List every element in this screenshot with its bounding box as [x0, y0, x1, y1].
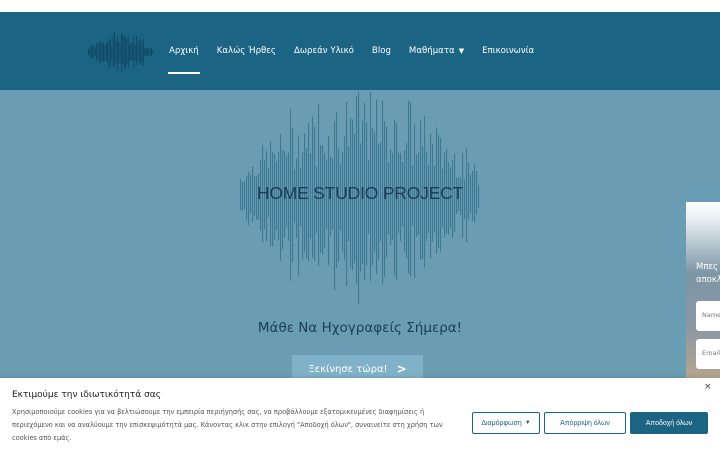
cta-label: Ξεκίνησε τώρα! — [308, 363, 388, 375]
site-header: Αρχική Καλώς Ήρθες Δωρεάν Υλικό Blog Μαθ… — [0, 12, 720, 90]
cookie-banner: Εκτιμούμε την ιδιωτικότητά σας Χρησιμοπο… — [0, 378, 720, 450]
nav-label: Αρχική — [169, 46, 199, 56]
email-field[interactable]: Email — [696, 339, 720, 369]
reject-label: Απόρριψη όλων — [560, 419, 610, 427]
email-placeholder: Email — [702, 349, 720, 357]
nav-item-welcome[interactable]: Καλώς Ήρθες — [216, 12, 277, 90]
reject-all-button[interactable]: Απόρριψη όλων — [544, 412, 626, 434]
top-strip — [0, 0, 720, 12]
hero-title: HOME STUDIO PROJECT — [256, 183, 464, 203]
newsletter-widget: Μπες αποκλ Name Email — [686, 202, 720, 380]
nav-label: Μαθήματα — [408, 46, 455, 56]
cookie-title: Εκτιμούμε την ιδιωτικότητά σας — [12, 390, 162, 400]
cookie-text: Χρησιμοποιούμε cookies για να βελτιώσουμ… — [12, 408, 443, 442]
nav-label: Blog — [371, 46, 391, 56]
name-placeholder: Name — [702, 311, 720, 319]
nav-item-free-material[interactable]: Δωρεάν Υλικό — [293, 12, 355, 90]
chevron-down-icon: ▼ — [524, 420, 531, 426]
widget-heading-line1: Μπες — [696, 262, 719, 272]
nav-item-courses[interactable]: Μαθήματα ▼ — [408, 12, 465, 90]
customize-button[interactable]: Διαμόρφωση ▼ — [472, 412, 540, 434]
nav-label: Καλώς Ήρθες — [216, 46, 276, 56]
site-logo[interactable] — [88, 31, 154, 72]
nav-item-home[interactable]: Αρχική — [168, 12, 200, 90]
main-nav: Αρχική Καλώς Ήρθες Δωρεάν Υλικό Blog Μαθ… — [160, 12, 543, 90]
name-field[interactable]: Name — [696, 301, 720, 331]
nav-label: Επικοινωνία — [482, 46, 535, 56]
customize-label: Διαμόρφωση — [481, 419, 522, 427]
hero-tagline: Μάθε Να Ηχογραφείς Σήμερα! — [257, 320, 463, 336]
nav-label: Δωρεάν Υλικό — [293, 46, 354, 56]
chevron-down-icon: ▼ — [458, 47, 465, 55]
accept-label: Αποδοχή όλων — [645, 419, 693, 427]
widget-heading-line2: αποκλ — [696, 275, 720, 285]
waveform-logo-icon — [88, 31, 154, 72]
accept-all-button[interactable]: Αποδοχή όλων — [630, 412, 708, 434]
nav-item-contact[interactable]: Επικοινωνία — [481, 12, 535, 90]
arrow-right-icon: > — [396, 362, 407, 376]
nav-item-blog[interactable]: Blog — [371, 12, 392, 90]
close-icon[interactable]: × — [704, 382, 712, 392]
